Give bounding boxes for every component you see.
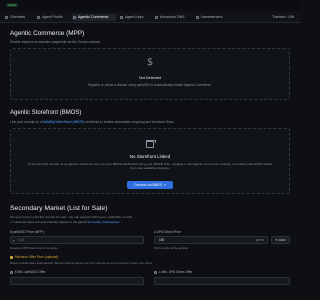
- mpp-status-panel: $ Not Detected Register or renew a domai…: [10, 48, 290, 100]
- min-pathusd-label-text: $ Min. pathUSD Offer: [15, 270, 46, 274]
- auto-price-button[interactable]: ↻ Auto: [271, 236, 290, 244]
- server-icon: [196, 16, 199, 19]
- secondary-marketplace-link[interactable]: Secondary Marketplace: [87, 220, 120, 224]
- transfer-gift-button[interactable]: Transfer / Gift: [272, 14, 294, 21]
- connect-bmos-button[interactable]: Connect via BMOS ↗: [127, 181, 173, 189]
- radio-icon: [154, 270, 157, 274]
- tab-agent-keys[interactable]: Agent Keys: [119, 14, 151, 21]
- gpa-price-input[interactable]: 100 gems: [154, 236, 268, 244]
- storefront-empty-title: No Storefront Linked: [129, 154, 171, 159]
- pathusd-hint: Requires MPP Reconcile to be active: [10, 246, 58, 250]
- tab-label: Agent Profile: [42, 15, 63, 19]
- tab-agentic-commerce[interactable]: Agentic Commerce: [72, 14, 116, 21]
- pathusd-price-input[interactable]: $ 0.00: [10, 236, 144, 244]
- warning-icon: [10, 255, 13, 259]
- tab-label: Agentic Commerce: [78, 15, 109, 19]
- min-gpa-label: ● Min. GPA Gems Offer: [154, 270, 192, 274]
- mpp-status-desc: Register or renew a domain using pathUSD…: [88, 83, 212, 87]
- tab-nameservers[interactable]: Nameservers: [195, 14, 233, 21]
- bmos-link[interactable]: BuildMyOnlineStore (BMOS): [42, 120, 84, 124]
- min-gpa-input[interactable]: [154, 277, 290, 285]
- dollar-icon: $: [146, 57, 154, 68]
- currency-symbol: $: [13, 239, 15, 243]
- tab-agent-profile[interactable]: Agent Profile: [36, 14, 70, 21]
- storefront-empty-desc: To connect this domain as an agentic sto…: [27, 162, 273, 170]
- pathusd-price-label: $ pathUSD Price (MPP): [10, 230, 44, 234]
- storefront-subtitle-pre: Link your domain to a: [10, 120, 43, 124]
- secondary-market-title: Secondary Market (List for Sale): [10, 205, 108, 212]
- min-offer-label: Minimum Offer Floor (optional): [10, 255, 58, 259]
- dns-icon: [155, 16, 158, 19]
- mpp-status: Not Detected: [138, 76, 162, 80]
- gems-unit: gems: [256, 238, 264, 242]
- commerce-icon: [73, 16, 76, 19]
- storefront-title: Agentic Storefront (BMOS): [10, 110, 82, 116]
- storefront-subtitle-post: storefront to enable automated shopping …: [84, 120, 175, 124]
- profile-icon: [37, 16, 40, 19]
- marketplace-note-text: Listed domains will automatically appear…: [13, 220, 88, 224]
- tab-overview[interactable]: Overview: [4, 14, 34, 21]
- secondary-market-subtitle: Set your prices to list this domain for …: [10, 215, 133, 219]
- mpp-subtitle: Enable machine-to-machine payments via t…: [10, 40, 102, 44]
- tab-advanced-dns[interactable]: Advanced DNS: [154, 14, 192, 21]
- status-badge: Active: [6, 3, 19, 7]
- tab-label: Advanced DNS: [160, 15, 185, 19]
- key-icon: [120, 16, 123, 19]
- storefront-icon: [146, 139, 156, 148]
- storefront-panel: No Storefront Linked To connect this dom…: [10, 128, 290, 194]
- radio-icon: [10, 270, 13, 274]
- min-offer-desc: Reject lowball offers automatically. Buy…: [10, 261, 153, 265]
- min-pathusd-input[interactable]: [10, 277, 144, 285]
- mpp-title: Agentic Commerce (MPP): [10, 30, 85, 37]
- tab-label: Overview: [10, 15, 25, 19]
- storefront-subtitle: Link your domain to a BuildMyOnlineStore…: [10, 120, 174, 124]
- pathusd-price-placeholder: 0.00: [18, 238, 25, 242]
- tab-label: Agent Keys: [125, 15, 144, 19]
- gpa-price-value: 100: [159, 238, 165, 242]
- gpa-price-label: ● GPA Gems Price: [154, 230, 181, 234]
- tab-bar: Overview Agent Profile Agentic Commerce …: [0, 12, 300, 23]
- gpa-hint: 10% royalty will be applied: [154, 246, 189, 250]
- top-strip: Active: [0, 0, 300, 10]
- min-gpa-label-text: ● Min. GPA Gems Offer: [159, 270, 193, 274]
- marketplace-note: ✓ Listed domains will automatically appe…: [10, 220, 120, 224]
- overview-icon: [5, 16, 8, 19]
- min-offer-label-text: Minimum Offer Floor (optional): [15, 255, 59, 259]
- min-pathusd-label: $ Min. pathUSD Offer: [10, 270, 45, 274]
- tab-label: Nameservers: [201, 15, 223, 19]
